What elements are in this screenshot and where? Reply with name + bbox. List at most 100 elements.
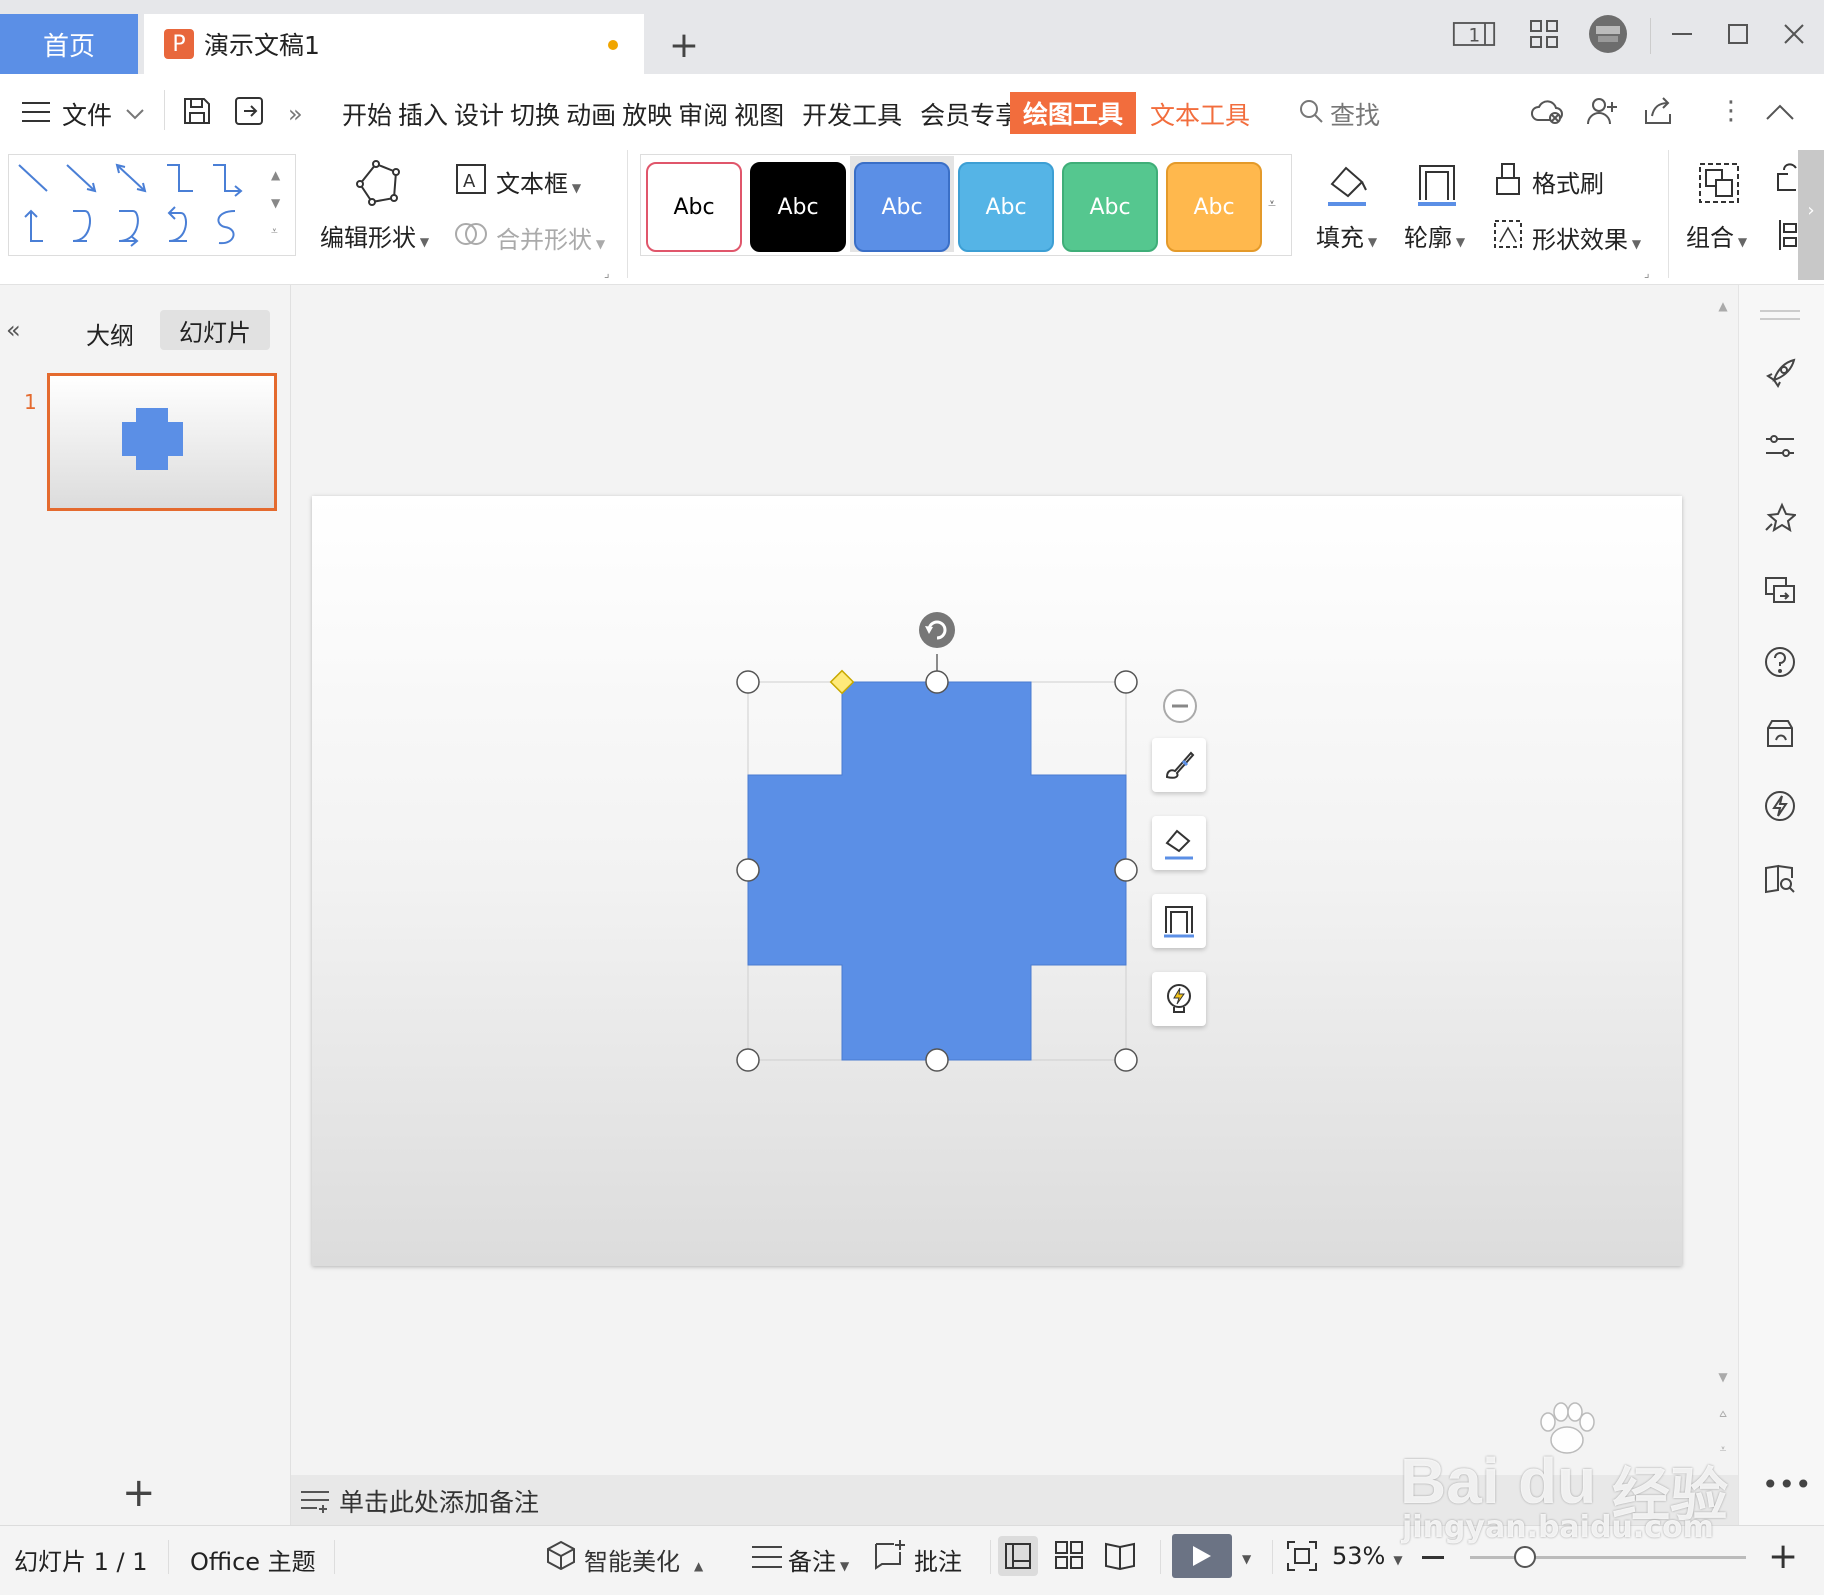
style-gallery-expand-icon[interactable]: ⩡ xyxy=(1268,196,1276,212)
close-icon[interactable] xyxy=(1772,14,1816,54)
rotate-icon[interactable] xyxy=(1774,160,1798,198)
tab-text-tools[interactable]: 文本工具 xyxy=(1150,96,1250,132)
layout-toggle-icon[interactable]: 1 xyxy=(1452,14,1496,54)
zoom-out-button[interactable] xyxy=(1422,1556,1444,1559)
new-tab-button[interactable]: + xyxy=(664,20,704,70)
tab-slides[interactable]: 幻灯片 xyxy=(160,310,270,350)
outline-button[interactable]: 轮廓 ▼ xyxy=(1404,218,1465,253)
ribbon-scroll-right[interactable]: › xyxy=(1798,150,1824,280)
style-preset-1[interactable]: Abc xyxy=(646,162,742,252)
export-icon[interactable] xyxy=(232,94,266,132)
tab-start[interactable]: 开始 xyxy=(342,96,392,132)
tab-outline[interactable]: 大纲 xyxy=(86,316,134,351)
tab-slideshow[interactable]: 放映 xyxy=(622,96,672,132)
grid-apps-icon[interactable] xyxy=(1522,14,1566,54)
shape-gallery[interactable]: ▲ ▼ ⩡ xyxy=(8,154,296,256)
cloud-sync-icon[interactable] xyxy=(1530,96,1564,130)
add-slide-button[interactable]: + xyxy=(122,1470,156,1516)
svg-text:A: A xyxy=(463,171,476,192)
baidu-watermark: Bai du 经验 xyxy=(1400,1400,1760,1529)
more-horizontal-icon[interactable]: ••• xyxy=(1762,1468,1812,1501)
save-icon[interactable] xyxy=(182,96,212,130)
quick-ideas-button[interactable] xyxy=(1152,972,1206,1026)
collapse-tools-icon[interactable] xyxy=(1162,688,1198,728)
help-icon[interactable] xyxy=(1760,642,1800,682)
fill-button[interactable]: 填充 ▼ xyxy=(1316,218,1377,253)
normal-view-icon[interactable] xyxy=(998,1536,1038,1576)
share-icon[interactable] xyxy=(1642,96,1674,130)
book-search-icon[interactable] xyxy=(1760,858,1800,898)
rocket-icon[interactable] xyxy=(1760,354,1800,394)
reading-view-icon[interactable] xyxy=(1104,1540,1136,1574)
tab-insert[interactable]: 插入 xyxy=(398,96,448,132)
text-box-button[interactable]: 文本框 ▼ xyxy=(496,164,581,199)
resize-handle xyxy=(925,1048,949,1072)
minimize-icon[interactable] xyxy=(1660,14,1704,54)
maximize-icon[interactable] xyxy=(1716,14,1760,54)
tab-view[interactable]: 视图 xyxy=(734,96,784,132)
tab-transition[interactable]: 切换 xyxy=(510,96,560,132)
gallery-scroll-icon[interactable]: ▲ ▼ ⩡ xyxy=(271,161,280,245)
slide-thumbnail[interactable] xyxy=(47,373,277,511)
shape-effects-button[interactable]: 形状效果 ▼ xyxy=(1532,220,1641,255)
fit-to-window-icon[interactable] xyxy=(1286,1540,1318,1576)
style-preset-2[interactable]: Abc xyxy=(750,162,846,252)
file-menu[interactable]: 文件 xyxy=(62,96,112,132)
collapse-ribbon-icon[interactable] xyxy=(1766,104,1794,124)
star-animation-icon[interactable] xyxy=(1760,498,1800,538)
tab-home[interactable]: 首页 xyxy=(0,14,138,74)
theme-name[interactable]: Office 主题 xyxy=(190,1542,316,1577)
user-avatar[interactable] xyxy=(1586,14,1630,54)
collapse-panel-icon[interactable]: « xyxy=(6,316,21,344)
notes-button[interactable]: 备注 ▼ xyxy=(788,1542,849,1577)
quick-fill-button[interactable] xyxy=(1152,816,1206,870)
hamburger-menu-icon[interactable] xyxy=(22,100,50,128)
tab-design[interactable]: 设计 xyxy=(454,96,504,132)
quick-style-button[interactable] xyxy=(1152,738,1206,792)
merge-shape-button[interactable]: 合并形状 ▼ xyxy=(496,220,605,255)
play-slideshow-button[interactable] xyxy=(1172,1534,1232,1578)
smart-beautify-button[interactable]: 智能美化 ▲ xyxy=(584,1542,703,1577)
share-user-icon[interactable] xyxy=(1586,96,1618,130)
edit-shape-icon[interactable] xyxy=(350,158,404,212)
quick-outline-button[interactable] xyxy=(1152,894,1206,948)
zoom-level[interactable]: 53% ▼ xyxy=(1332,1542,1403,1570)
more-chevron-icon[interactable]: » xyxy=(288,100,303,128)
slide-counter: 幻灯片 1 / 1 xyxy=(14,1548,148,1576)
resize-handle xyxy=(736,858,760,882)
settings-sliders-icon[interactable] xyxy=(1760,426,1800,466)
style-preset-4[interactable]: Abc xyxy=(958,162,1054,252)
tab-animation[interactable]: 动画 xyxy=(566,96,616,132)
chevron-down-icon[interactable] xyxy=(126,106,144,125)
tab-developer[interactable]: 开发工具 xyxy=(802,96,902,132)
selected-shape-group[interactable] xyxy=(730,606,1150,1076)
tab-member[interactable]: 会员专享 xyxy=(920,96,1020,132)
zoom-slider-track[interactable] xyxy=(1470,1556,1746,1559)
align-icon[interactable] xyxy=(1776,218,1798,256)
more-vertical-icon[interactable]: ⋮ xyxy=(1718,96,1744,126)
smart-beautify-label: 智能美化 xyxy=(584,1548,680,1576)
zoom-in-button[interactable]: + xyxy=(1768,1536,1798,1577)
tab-drawing-tools[interactable]: 绘图工具 xyxy=(1010,92,1136,134)
dialog-launcher-icon[interactable]: ⌟ xyxy=(604,266,610,280)
play-options-chevron-icon[interactable]: ▼ xyxy=(1242,1552,1251,1566)
style-preset-3[interactable]: Abc xyxy=(854,162,950,252)
divider xyxy=(990,1540,991,1574)
search-icon[interactable] xyxy=(1298,98,1324,128)
slide-transition-icon[interactable] xyxy=(1760,570,1800,610)
slide-sorter-icon[interactable] xyxy=(1054,1540,1084,1574)
tab-review[interactable]: 审阅 xyxy=(678,96,728,132)
style-preset-5[interactable]: Abc xyxy=(1062,162,1158,252)
edit-shape-button[interactable]: 编辑形状 ▼ xyxy=(320,218,429,253)
lightning-icon[interactable] xyxy=(1760,786,1800,826)
vertical-scrollbar[interactable]: ▲ ▼ ⩟ ⩡ xyxy=(1708,285,1738,1475)
tab-document[interactable]: P 演示文稿1 xyxy=(144,14,644,74)
store-icon[interactable] xyxy=(1760,714,1800,754)
group-button[interactable]: 组合 ▼ xyxy=(1686,218,1747,253)
style-preset-6[interactable]: Abc xyxy=(1166,162,1262,252)
comments-button[interactable]: 批注 xyxy=(914,1542,962,1577)
format-painter-button[interactable]: 格式刷 xyxy=(1532,164,1604,199)
dialog-launcher-icon[interactable]: ⌟ xyxy=(1644,266,1650,280)
format-painter-icon xyxy=(1494,162,1522,200)
search-input[interactable]: 查找 xyxy=(1330,96,1380,132)
